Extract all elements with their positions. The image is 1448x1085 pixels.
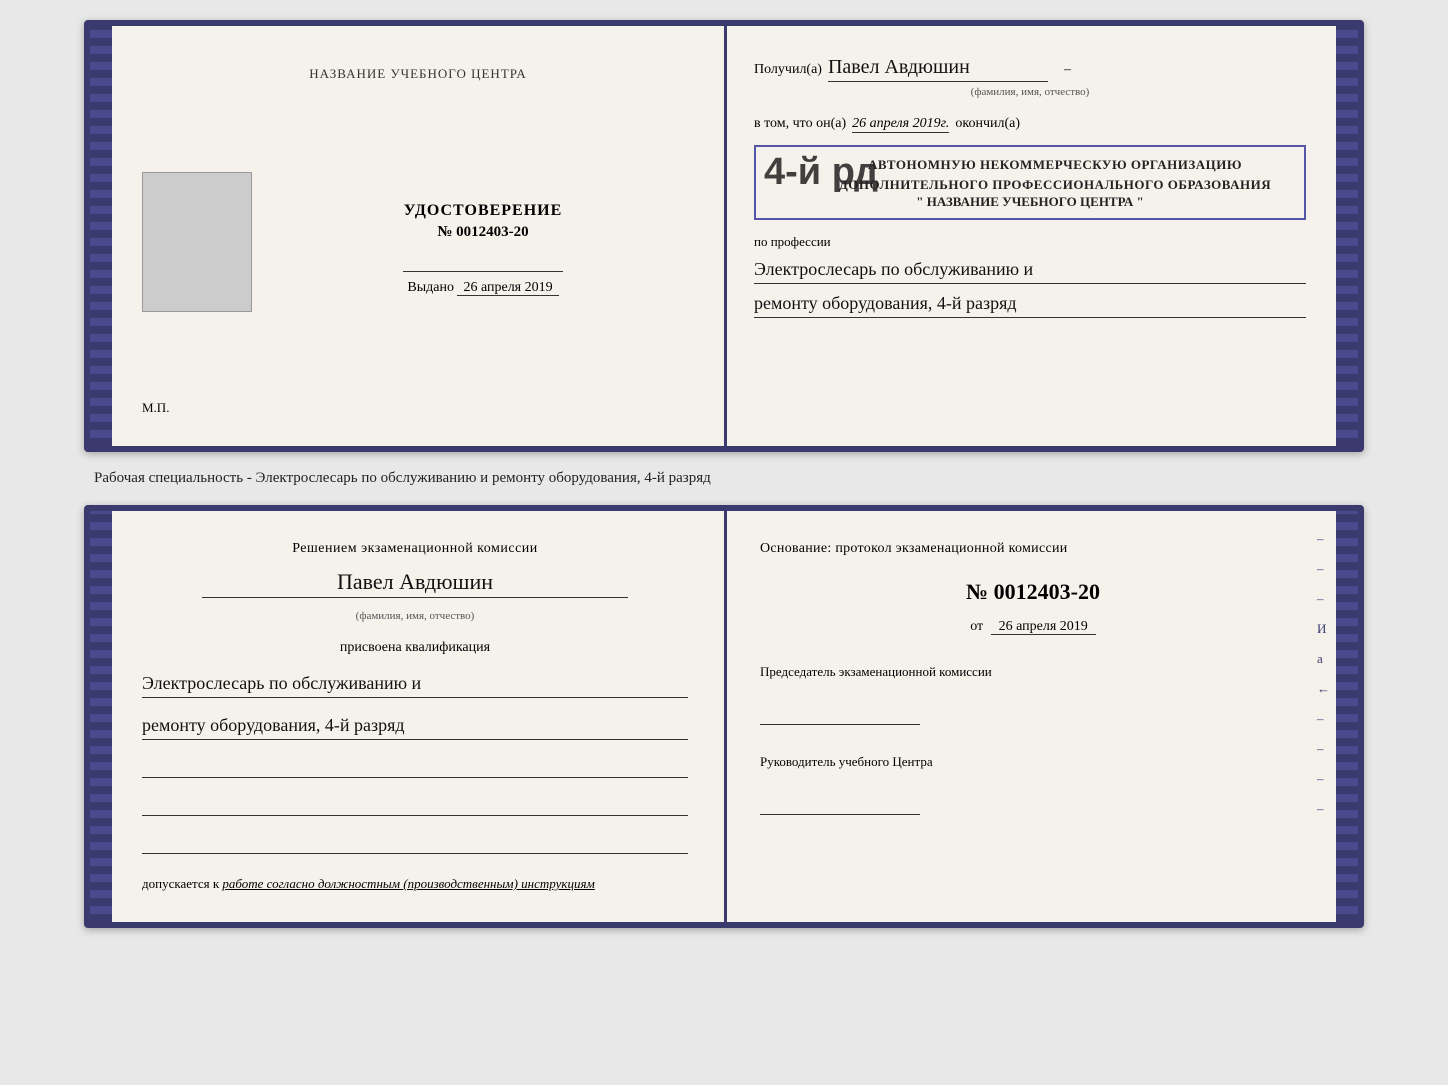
- po-professii-label: по профессии: [754, 234, 1306, 250]
- vydano-date: 26 апреля 2019: [457, 280, 558, 296]
- right-page-top: Получил(а) Павел Авдюшин – (фамилия, имя…: [724, 26, 1358, 446]
- name-bottom: Павел Авдюшин: [202, 569, 628, 598]
- top-center-heading: НАЗВАНИЕ УЧЕБНОГО ЦЕНТРА: [309, 66, 526, 82]
- udostoverenie-title: УДОСТОВЕРЕНИЕ: [404, 202, 563, 220]
- side-decoration: – – – И а ← – – – –: [1317, 531, 1330, 817]
- rank-big: 4-й рд: [764, 151, 878, 194]
- blank-line-3: [142, 834, 688, 854]
- middle-text-content: Рабочая специальность - Электрослесарь п…: [94, 470, 711, 486]
- left-binding-strip: [90, 26, 112, 446]
- recipient-name-top: Павел Авдюшин: [828, 56, 1048, 82]
- udostoverenie-block: УДОСТОВЕРЕНИЕ № 0012403-20 Выдано 26 апр…: [272, 202, 694, 296]
- left-page-bottom: Решением экзаменационной комиссии Павел …: [90, 511, 724, 922]
- dopusk-italic: работе согласно должностным (производств…: [222, 876, 594, 891]
- predsedatel-label: Председатель экзаменационной комиссии: [760, 663, 1306, 681]
- photo-placeholder: [142, 172, 252, 312]
- resheniem-text: Решением экзаменационной комиссии: [142, 541, 688, 557]
- dopuskaetsya-label: допускается к: [142, 876, 219, 891]
- qualification-line2: ремонту оборудования, 4-й разряд: [142, 712, 688, 740]
- poluchil-line: Получил(а) Павел Авдюшин –: [754, 56, 1306, 82]
- left-binding-strip-bottom: [90, 511, 112, 922]
- bottom-document: Решением экзаменационной комиссии Павел …: [84, 505, 1364, 928]
- dopuskaetsya-text: допускается к работе согласно должностны…: [142, 876, 688, 892]
- middle-text: Рабочая специальность - Электрослесарь п…: [84, 470, 1364, 487]
- vydano-label: Выдано: [407, 280, 454, 295]
- right-binding-strip-bottom: [1336, 511, 1358, 922]
- rukovoditel-label: Руководитель учебного Центра: [760, 753, 1306, 771]
- dash-top: –: [1064, 62, 1071, 78]
- prisvoena-text: присвоена квалификация: [142, 640, 688, 656]
- stamp-quote: " НАЗВАНИЕ УЧЕБНОГО ЦЕНТРА ": [766, 194, 1294, 210]
- vtom-date: 26 апреля 2019г.: [852, 116, 949, 133]
- left-content-row: УДОСТОВЕРЕНИЕ № 0012403-20 Выдано 26 апр…: [142, 172, 694, 312]
- left-page-top: НАЗВАНИЕ УЧЕБНОГО ЦЕНТРА УДОСТОВЕРЕНИЕ №…: [90, 26, 724, 446]
- blank-line-1: [142, 758, 688, 778]
- top-document: НАЗВАНИЕ УЧЕБНОГО ЦЕНТРА УДОСТОВЕРЕНИЕ №…: [84, 20, 1364, 452]
- udostoverenie-number: № 0012403-20: [437, 224, 528, 241]
- fio-label-bottom: (фамилия, имя, отчество): [142, 610, 688, 622]
- rukovoditel-signature-line: [760, 795, 920, 815]
- ot-label: от: [970, 619, 983, 634]
- stamp-line1: АВТОНОМНУЮ НЕКОММЕРЧЕСКУЮ ОРГАНИЗАЦИЮ: [816, 155, 1294, 175]
- right-page-bottom: Основание: протокол экзаменационной коми…: [724, 511, 1358, 922]
- vydano-line: Выдано 26 апреля 2019: [407, 280, 558, 296]
- ot-date: 26 апреля 2019: [991, 619, 1096, 635]
- ot-line: от 26 апреля 2019: [760, 619, 1306, 635]
- profession-line2-top: ремонту оборудования, 4-й разряд: [754, 290, 1306, 318]
- poluchil-label: Получил(а): [754, 62, 822, 78]
- profession-line1-top: Электрослесарь по обслуживанию и: [754, 256, 1306, 284]
- predsedatel-block: Председатель экзаменационной комиссии: [760, 663, 1306, 725]
- stamp-box: 4-й рд АВТОНОМНУЮ НЕКОММЕРЧЕСКУЮ ОРГАНИЗ…: [754, 145, 1306, 220]
- right-binding-strip-top: [1336, 26, 1358, 446]
- mp-label: М.П.: [142, 400, 169, 416]
- protocol-number: № 0012403-20: [760, 579, 1306, 605]
- blank-lines: [142, 758, 688, 854]
- fio-subtitle-top: (фамилия, имя, отчество): [754, 86, 1306, 98]
- signature-line-left: [403, 271, 563, 272]
- qualification-line1: Электрослесарь по обслуживанию и: [142, 670, 688, 698]
- vtom-line: в том, что он(а) 26 апреля 2019г. окончи…: [754, 116, 1306, 133]
- predsedatel-signature-line: [760, 705, 920, 725]
- vtom-label: в том, что он(а): [754, 116, 846, 132]
- osnovanie-text: Основание: протокол экзаменационной коми…: [760, 541, 1306, 557]
- blank-line-2: [142, 796, 688, 816]
- stamp-line2: ДОПОЛНИТЕЛЬНОГО ПРОФЕССИОНАЛЬНОГО ОБРАЗО…: [816, 175, 1294, 195]
- rukovoditel-block: Руководитель учебного Центра: [760, 753, 1306, 815]
- okoncil-label: окончил(а): [955, 116, 1020, 132]
